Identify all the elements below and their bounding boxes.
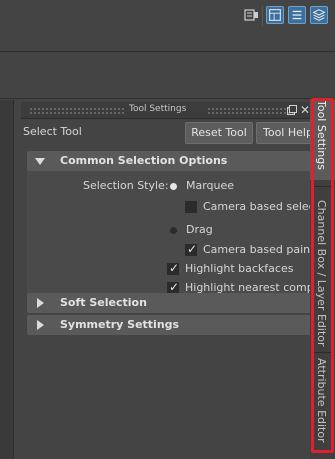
checkmark-icon: ✓: [169, 261, 180, 275]
tool-settings-content: Common Selection Options Selection Style…: [27, 151, 311, 459]
drag-grip[interactable]: [29, 107, 141, 114]
camera-based-selection-checkbox[interactable]: [185, 201, 197, 213]
panel-title: Tool Settings: [126, 104, 190, 114]
tool-name: Select Tool: [23, 125, 82, 138]
attribute-editor-toggle-icon[interactable]: [288, 6, 306, 24]
tool-help-button[interactable]: Tool Help: [256, 122, 314, 144]
section-soft-selection[interactable]: Soft Selection: [27, 293, 311, 313]
section-common-selection-options[interactable]: Common Selection Options: [27, 151, 311, 171]
section-label: Symmetry Settings: [60, 318, 180, 331]
expand-right-icon[interactable]: [37, 298, 44, 308]
selection-style-label: Selection Style:: [83, 179, 169, 192]
render-settings-icon[interactable]: [243, 6, 261, 24]
reset-tool-button[interactable]: Reset Tool: [185, 122, 253, 144]
checkmark-icon: ✓: [187, 242, 198, 256]
top-toolbar: [0, 0, 335, 52]
camera-based-paint-label: Camera based paint selection: [203, 243, 311, 256]
workspace-layout-icon[interactable]: [266, 6, 284, 24]
drag-label: Drag: [186, 223, 213, 236]
expand-right-icon[interactable]: [37, 320, 44, 330]
drag-grip[interactable]: [207, 107, 295, 114]
section-label: Common Selection Options: [60, 154, 228, 167]
panel-header[interactable]: Tool Settings ✕: [21, 102, 311, 119]
drag-radio[interactable]: [167, 224, 179, 236]
highlight-outline: [311, 98, 334, 453]
highlight-backfaces-label: Highlight backfaces: [185, 262, 294, 275]
camera-based-selection-label: Camera based selection: [203, 200, 311, 213]
panel-divider[interactable]: [15, 100, 21, 459]
checkmark-icon: ✓: [169, 280, 180, 294]
marquee-radio[interactable]: [167, 180, 179, 192]
tool-row: Select Tool Reset Tool Tool Help: [21, 120, 314, 148]
float-panel-icon[interactable]: [287, 105, 297, 115]
marquee-label: Marquee: [186, 179, 235, 192]
shelf-area: [0, 53, 335, 144]
section-symmetry-settings[interactable]: Symmetry Settings: [27, 315, 311, 335]
camera-based-paint-checkbox[interactable]: ✓: [185, 242, 198, 256]
common-options-body: Selection Style: Marquee Camera based se…: [27, 171, 311, 296]
close-icon[interactable]: ✕: [300, 103, 310, 117]
section-label: Soft Selection: [60, 296, 147, 309]
expand-down-icon[interactable]: [35, 158, 45, 165]
highlight-backfaces-checkbox[interactable]: ✓: [167, 261, 180, 275]
viewport-edge: [0, 100, 14, 459]
channel-box-toggle-icon[interactable]: [310, 6, 328, 24]
